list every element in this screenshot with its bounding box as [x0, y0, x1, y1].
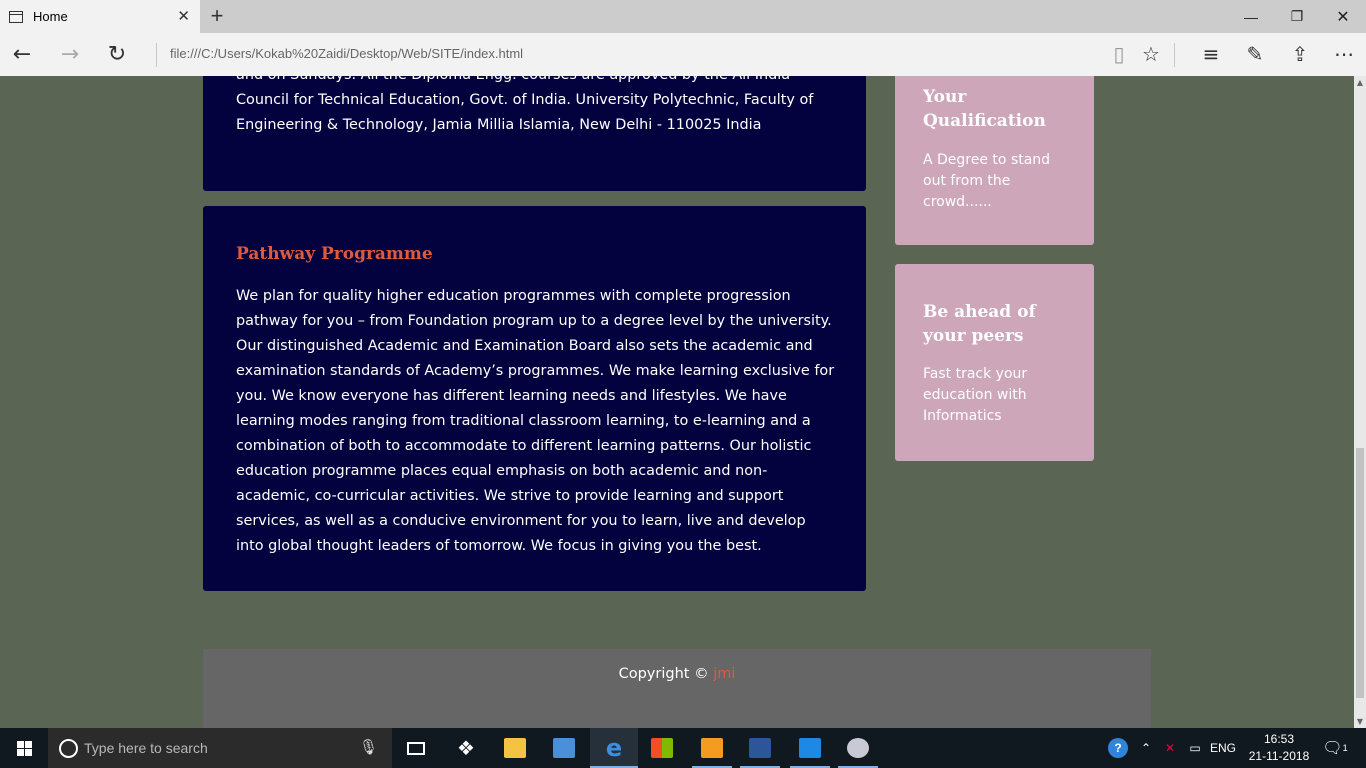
scrollbar-thumb[interactable] [1356, 448, 1364, 698]
pathway-text: We plan for quality higher education pro… [236, 288, 835, 554]
hub-icon[interactable]: ≡ [1198, 42, 1224, 66]
word-icon [749, 738, 771, 758]
task-view-icon [407, 741, 425, 755]
task-view-button[interactable] [392, 728, 440, 768]
dropbox-button[interactable]: ❖ [442, 728, 490, 768]
scroll-down-icon[interactable]: ▼ [1354, 717, 1366, 726]
store-icon [651, 738, 673, 758]
network-icon[interactable]: ✕ [1158, 728, 1182, 768]
forward-button[interactable]: → [57, 42, 83, 67]
tab-bar: Home ✕ + — ❐ ✕ [0, 0, 1366, 33]
pathway-title: Pathway Programme [236, 244, 433, 264]
back-button[interactable]: ← [9, 42, 35, 67]
intro-box: and on Sundays. All the Diploma Engg. co… [203, 76, 866, 191]
tab-home[interactable]: Home ✕ [0, 0, 200, 33]
copyright-text: Copyright © [618, 666, 709, 682]
sidebar-card-text: Fast track your education with Informati… [923, 366, 1028, 424]
sidebar-card-qualification: Your Qualification A Degree to stand out… [895, 76, 1094, 245]
microphone-icon[interactable]: 🎙 [359, 738, 378, 756]
copyright: Copyright © jmi [203, 666, 1151, 682]
page-viewport: and on Sundays. All the Diploma Engg. co… [0, 76, 1354, 728]
monitor-icon [553, 738, 575, 758]
edge-icon: e [605, 734, 623, 762]
taskbar-search[interactable]: Type here to search 🎙 [48, 728, 392, 768]
paint-icon [847, 738, 869, 758]
clock-date: 21-11-2018 [1248, 749, 1310, 763]
store-button[interactable] [638, 728, 686, 768]
minimize-button[interactable]: — [1228, 0, 1274, 33]
file-explorer-button[interactable] [491, 728, 539, 768]
sidebar-card-text: A Degree to stand out from the crowd....… [923, 152, 1051, 210]
edge-button[interactable]: e [590, 728, 638, 768]
clock[interactable]: 16:53 21-11-2018 [1239, 731, 1319, 765]
windows-icon [16, 740, 32, 756]
word-button[interactable] [736, 728, 784, 768]
url-field[interactable]: file:///C:/Users/Kokab%20Zaidi/Desktop/W… [170, 46, 523, 61]
dropbox-icon: ❖ [457, 736, 475, 760]
close-tab-icon[interactable]: ✕ [177, 7, 190, 25]
vscode-icon [799, 738, 821, 758]
vscode-button[interactable] [786, 728, 834, 768]
sidebar-card-peers: Be ahead of your peers Fast track your e… [895, 264, 1094, 461]
clock-time: 16:53 [1263, 732, 1295, 746]
taskbar: Type here to search 🎙 ❖ e ? ⌃ ✕ ▭ ENG 16… [0, 728, 1366, 768]
app-button[interactable] [540, 728, 588, 768]
sublime-button[interactable] [688, 728, 736, 768]
show-hidden-icons-icon[interactable]: ⌃ [1136, 728, 1156, 768]
battery-icon[interactable]: ▭ [1184, 728, 1206, 768]
reading-view-icon[interactable]: ▯ [1106, 42, 1132, 66]
web-note-icon[interactable]: ✎ [1242, 42, 1268, 66]
paint-button[interactable] [834, 728, 882, 768]
folder-icon [504, 738, 526, 758]
footer: Copyright © jmi [203, 649, 1151, 728]
more-icon[interactable]: ⋯ [1331, 42, 1357, 66]
page-icon [9, 10, 23, 23]
cortana-icon [59, 739, 78, 758]
favorite-star-icon[interactable]: ☆ [1138, 42, 1164, 66]
divider [156, 43, 157, 67]
sublime-icon [701, 738, 723, 758]
new-tab-button[interactable]: + [206, 3, 228, 29]
notification-badge-icon: 🗨 [1322, 740, 1343, 757]
scroll-up-icon[interactable]: ▲ [1354, 78, 1366, 87]
footer-link[interactable]: jmi [713, 666, 735, 682]
pathway-box: Pathway Programme We plan for quality hi… [203, 206, 866, 591]
sidebar-card-title: Your Qualification [923, 87, 1046, 131]
vertical-scrollbar[interactable]: ▲ ▼ [1354, 76, 1366, 728]
start-button[interactable] [0, 728, 48, 768]
notification-count: 1 [1342, 743, 1348, 753]
share-icon[interactable]: ⇪ [1287, 42, 1313, 66]
tab-title: Home [33, 9, 68, 24]
help-icon[interactable]: ? [1104, 728, 1132, 768]
close-window-button[interactable]: ✕ [1320, 0, 1366, 33]
divider [1174, 43, 1175, 67]
search-placeholder: Type here to search [84, 740, 208, 756]
address-toolbar: ← → ↻ file:///C:/Users/Kokab%20Zaidi/Des… [0, 33, 1366, 76]
intro-text: and on Sundays. All the Diploma Engg. co… [236, 76, 814, 133]
sidebar-card-title: Be ahead of your peers [923, 302, 1036, 346]
language-indicator[interactable]: ENG [1208, 728, 1238, 768]
notifications-icon[interactable]: 🗨 1 [1320, 728, 1350, 768]
refresh-button[interactable]: ↻ [104, 42, 130, 67]
restore-button[interactable]: ❐ [1274, 0, 1320, 33]
